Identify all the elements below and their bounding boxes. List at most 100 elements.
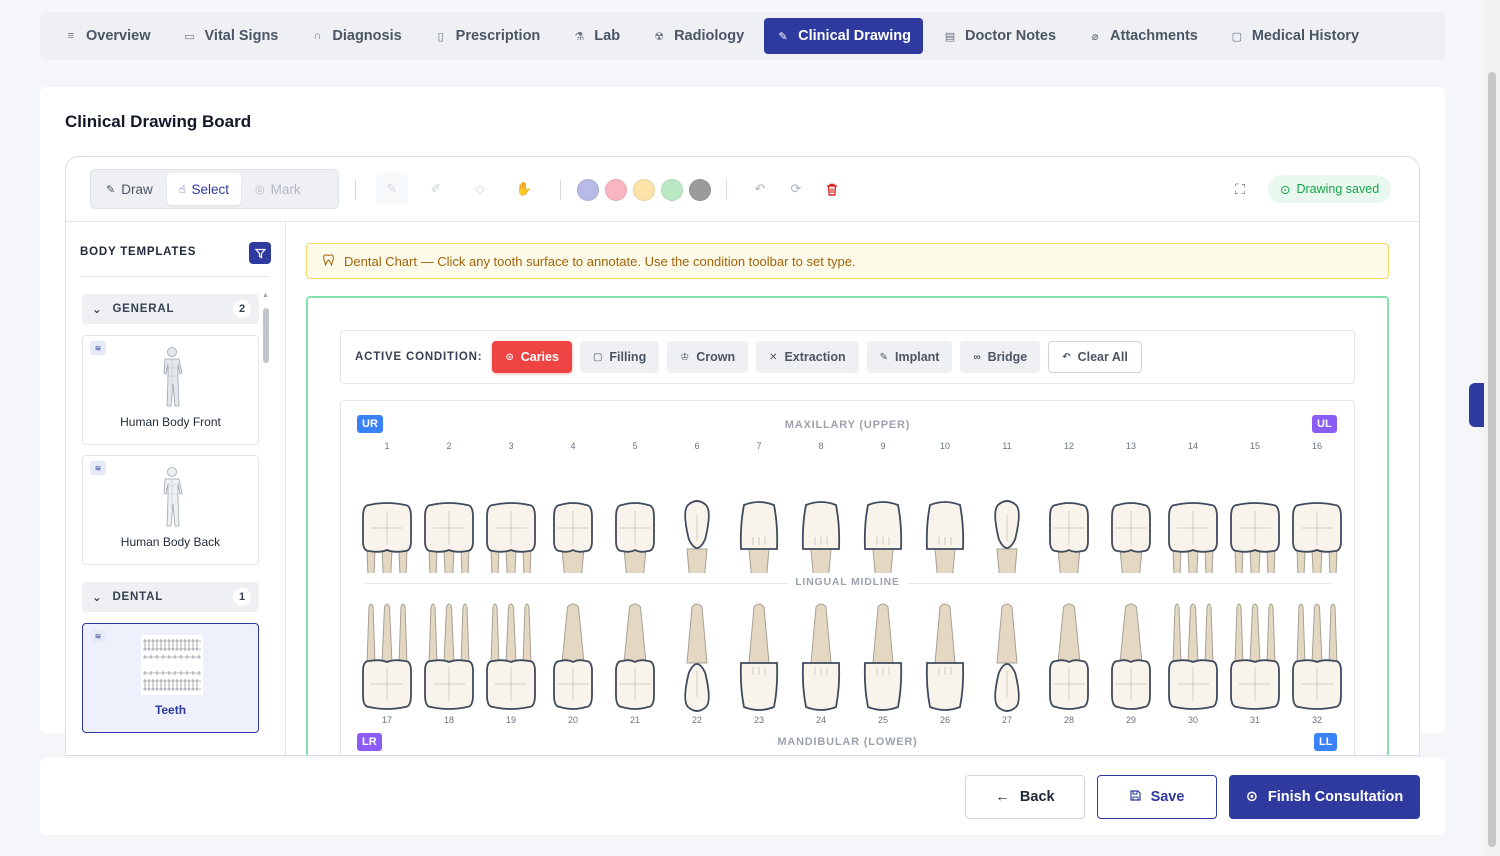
tooth-6[interactable] (667, 453, 727, 573)
color-swatch[interactable] (633, 179, 655, 201)
tooth-2[interactable] (419, 453, 479, 573)
tooth-19[interactable] (481, 597, 541, 717)
tooth-4[interactable] (543, 453, 603, 573)
sidebar-scrollbar[interactable]: ▲ ▼ (262, 292, 270, 755)
color-swatch[interactable] (661, 179, 683, 201)
tooth-1[interactable] (357, 453, 417, 573)
tooth-32[interactable] (1287, 597, 1347, 717)
page-scrollbar[interactable] (1484, 0, 1500, 856)
tooth-24[interactable] (791, 597, 851, 717)
back-button[interactable]: ← Back (965, 775, 1085, 819)
pan-tool-icon[interactable]: ✋ (508, 173, 540, 205)
color-swatch[interactable] (577, 179, 599, 201)
tooth-number: 30 (1187, 715, 1198, 725)
tab-medical-history[interactable]: ▢ Medical History (1218, 18, 1371, 54)
tooth-18[interactable] (419, 597, 479, 717)
eraser-tool-icon[interactable]: ◇ (464, 173, 496, 205)
template-teeth[interactable]: ≋ Teeth (82, 623, 259, 733)
condition-caries-button[interactable]: ⊙ Caries (492, 341, 572, 373)
tooth-number: 13 (1125, 441, 1136, 451)
tab-overview[interactable]: ≡ Overview (52, 18, 163, 54)
signature-icon: ✎ (778, 30, 788, 43)
tooth-number: 25 (877, 715, 888, 725)
layers-icon: ≋ (90, 461, 106, 475)
tab-doctor-notes[interactable]: ▤ Doctor Notes (931, 18, 1068, 54)
condition-name: Crown (696, 350, 736, 364)
tooth-13[interactable] (1101, 453, 1161, 573)
tab-vital-signs[interactable]: ▭ Vital Signs (171, 18, 291, 54)
highlighter-tool-icon[interactable]: ✐ (420, 173, 452, 205)
tooth-icon (323, 253, 334, 269)
tooth-17[interactable] (357, 597, 417, 717)
condition-bridge-button[interactable]: ∞ Bridge (960, 341, 1041, 373)
tooth-16[interactable] (1287, 453, 1347, 573)
group-count: 2 (233, 300, 251, 318)
tooth-21[interactable] (605, 597, 665, 717)
tooth-28[interactable] (1039, 597, 1099, 717)
tooth-3[interactable] (481, 453, 541, 573)
tooth-12[interactable] (1039, 453, 1099, 573)
tab-clinical-drawing[interactable]: ✎ Clinical Drawing (764, 18, 923, 54)
clear-all-button[interactable]: ↶ Clear All (1048, 341, 1142, 373)
tooth-20[interactable] (543, 597, 603, 717)
mode-mark-button[interactable]: ◎ Mark (243, 173, 313, 205)
group-name: DENTAL (112, 591, 164, 603)
filter-icon[interactable] (249, 242, 271, 264)
tooth-11[interactable] (977, 453, 1037, 573)
tooth-number: 28 (1063, 715, 1074, 725)
color-swatch[interactable] (605, 179, 627, 201)
fullscreen-icon[interactable]: ⛶ (1230, 179, 1250, 199)
tooth-7[interactable] (729, 453, 789, 573)
tooth-9[interactable] (853, 453, 913, 573)
undo-icon[interactable]: ↶ (750, 179, 770, 199)
tab-diagnosis[interactable]: ∩ Diagnosis (298, 18, 413, 54)
monitor-icon: ▭ (184, 30, 195, 43)
condition-filling-button[interactable]: ▢ Filling (579, 341, 660, 373)
tab-lab[interactable]: ⚗ Lab (560, 18, 632, 54)
tooth-number: 12 (1063, 441, 1074, 451)
template-sidebar: BODY TEMPLATES ⌄ GENERAL 2 ≋ Human Body … (66, 222, 286, 755)
tooth-number: 18 (443, 715, 454, 725)
trash-icon[interactable] (822, 179, 842, 199)
wrench-icon: ✎ (879, 351, 888, 363)
tooth-15[interactable] (1225, 453, 1285, 573)
condition-implant-button[interactable]: ✎ Implant (866, 341, 953, 373)
mode-select-button[interactable]: ☝ Select (166, 173, 241, 205)
finish-consultation-button[interactable]: ⊙ Finish Consultation (1229, 775, 1420, 819)
tooth-14[interactable] (1163, 453, 1223, 573)
tooth-number: 27 (1001, 715, 1012, 725)
tab-radiology[interactable]: ☢ Radiology (640, 18, 756, 54)
tab-prescription[interactable]: ▯ Prescription (422, 18, 553, 54)
mode-group: ✎ Draw ☝ Select ◎ Mark (90, 169, 339, 209)
tab-label: Diagnosis (332, 28, 402, 44)
tooth-22[interactable] (667, 597, 727, 717)
mode-draw-button[interactable]: ✎ Draw (94, 173, 165, 205)
condition-extraction-button[interactable]: ✕ Extraction (756, 341, 859, 373)
tooth-number: 29 (1125, 715, 1136, 725)
template-human-body-back[interactable]: ≋ Human Body Back (82, 455, 259, 565)
condition-crown-button[interactable]: ♔ Crown (667, 341, 749, 373)
tab-attachments[interactable]: ⌀ Attachments (1076, 18, 1210, 54)
tooth-10[interactable] (915, 453, 975, 573)
tooth-27[interactable] (977, 597, 1037, 717)
group-dental[interactable]: ⌄ DENTAL 1 (82, 582, 259, 612)
action-footer: ← Back Save ⊙ Finish Consultation (40, 758, 1445, 835)
tooth-number: 19 (505, 715, 516, 725)
chevron-down-icon: ⌄ (92, 592, 103, 604)
tooth-31[interactable] (1225, 597, 1285, 717)
tooth-26[interactable] (915, 597, 975, 717)
tooth-30[interactable] (1163, 597, 1223, 717)
pencil-tool-icon[interactable]: ✎ (376, 173, 408, 205)
tooth-25[interactable] (853, 597, 913, 717)
color-swatch[interactable] (689, 179, 711, 201)
tooth-5[interactable] (605, 453, 665, 573)
condition-label: ACTIVE CONDITION: (355, 351, 483, 363)
tooth-29[interactable] (1101, 597, 1161, 717)
save-button[interactable]: Save (1097, 775, 1217, 819)
tooth-8[interactable] (791, 453, 851, 573)
save-status-text: Drawing saved (1296, 182, 1380, 196)
redo-icon[interactable]: ⟳ (786, 179, 806, 199)
template-human-body-front[interactable]: ≋ Human Body Front (82, 335, 259, 445)
group-general[interactable]: ⌄ GENERAL 2 (82, 294, 259, 324)
tooth-23[interactable] (729, 597, 789, 717)
